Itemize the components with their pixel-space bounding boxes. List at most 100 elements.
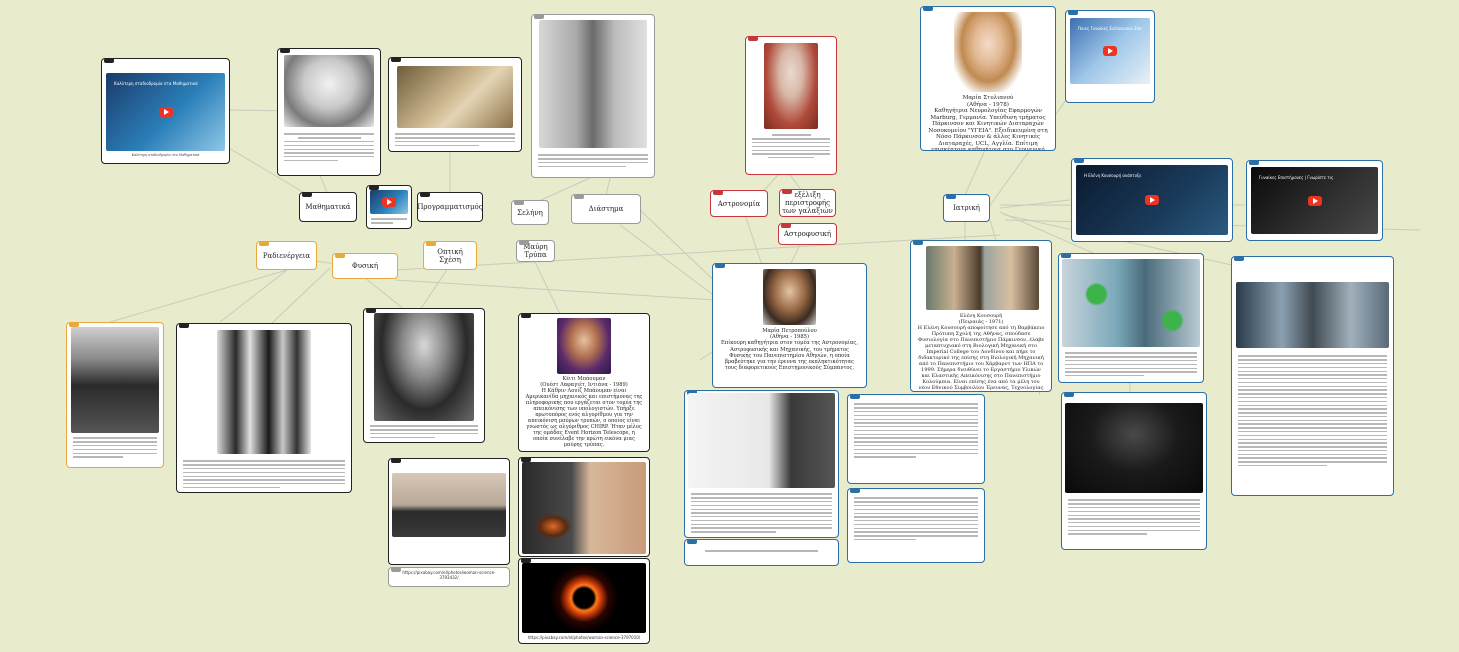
- play-icon[interactable]: [1307, 195, 1322, 206]
- stylianou-text: Μαρία Στυλιανού (Αθήνα - 1978) Καθηγήτρι…: [927, 95, 1049, 151]
- card-tag: [850, 489, 860, 493]
- caption-card-whiteboard[interactable]: [684, 539, 839, 566]
- image-card-ada[interactable]: [388, 57, 522, 152]
- label-text: Φυσική: [351, 262, 379, 270]
- play-icon[interactable]: [382, 197, 396, 207]
- card-tag: [946, 195, 956, 199]
- card-tag: [302, 193, 312, 197]
- video-card-stylianou[interactable]: Ποιες Γυναίκες Ενέπνευσαν Σπουδαίους: [1065, 10, 1155, 103]
- card-tag: [1234, 257, 1244, 261]
- image-card-whiteboard[interactable]: [684, 390, 839, 538]
- card-tag: [748, 37, 758, 41]
- label-text: Οπτική Σχέση: [437, 247, 463, 264]
- curie-photo: [71, 327, 159, 433]
- card-tag: [782, 190, 792, 194]
- video-card-kousouri[interactable]: Η Ελένη Κουσουρή ανάπτυξε: [1071, 158, 1233, 242]
- profile-card-stylianou[interactable]: Μαρία Στυλιανού (Αθήνα - 1978) Καθηγήτρι…: [920, 6, 1056, 151]
- image-card-group[interactable]: [176, 323, 352, 493]
- card-tag: [514, 201, 524, 205]
- label-fysiki[interactable]: Φυσική: [332, 253, 398, 279]
- play-icon[interactable]: [1145, 195, 1159, 205]
- video-title: Καλύτερη σταδιοδρομία στα Μαθηματικά: [114, 81, 198, 86]
- label-diastima[interactable]: Διάστημα: [571, 194, 641, 224]
- label-text: Ιατρική: [953, 204, 980, 212]
- image-card-rubin[interactable]: [745, 36, 837, 175]
- image-card-hypatia[interactable]: [277, 48, 381, 176]
- meitner-photo: [374, 313, 474, 421]
- label-mavri-trypa[interactable]: Μαύρη Τρύπα: [516, 240, 555, 262]
- image-card-meitner[interactable]: [363, 308, 485, 443]
- image-card-curie[interactable]: [66, 322, 164, 468]
- card-tag: [1249, 161, 1259, 165]
- text-block: [183, 458, 345, 491]
- text-block: [691, 491, 832, 535]
- video-card-small[interactable]: [366, 185, 412, 229]
- profile-card-kousouri[interactable]: Ελένη Κουσουρή (Πειραιάς - 1971) Η Ελένη…: [910, 240, 1052, 392]
- label-text: Σελήνη: [517, 208, 543, 217]
- play-icon[interactable]: [158, 107, 173, 117]
- profile-card-petropoulou[interactable]: Μαρία Πετροπούλου (Αθήνα - 1985) Επίκουρ…: [712, 263, 867, 388]
- source-link[interactable]: https://pixabay.com/el/photos/woman-scie…: [393, 570, 505, 580]
- text-card-article-1[interactable]: [847, 394, 985, 484]
- text-block: [854, 495, 978, 543]
- hypatia-portrait: [284, 55, 374, 127]
- label-seliini[interactable]: Σελήνη: [511, 200, 549, 225]
- card-tag: [923, 7, 933, 11]
- article-card-right[interactable]: [1231, 256, 1394, 496]
- card-tag: [391, 459, 401, 463]
- text-block: [538, 152, 648, 170]
- label-astronomia[interactable]: Αστρονομία: [710, 190, 768, 217]
- label-radienergeia[interactable]: Ραδιενέργεια: [256, 241, 317, 270]
- drives-photo: [392, 473, 506, 537]
- profile-card-bouman[interactable]: Κέιτι Μπάουμαν (Ουέστ Λαφαγιέτ, Ιντιάνα …: [518, 313, 650, 452]
- card-tag: [913, 241, 923, 245]
- card-tag: [420, 193, 430, 197]
- video-title: Γυναίκες Επιστήμονες | Γνωρίστε τις: [1259, 175, 1334, 180]
- person-bio: Καθηγήτρια Νευρολογίας Εφαρμογών Marburg…: [928, 108, 1048, 151]
- card-tag: [534, 15, 544, 19]
- video-thumbnail[interactable]: [370, 190, 408, 214]
- label-text: εξέλιξη περιστροφής των γαλαξιών: [782, 191, 833, 215]
- text-block: [73, 435, 157, 460]
- card-tag: [391, 58, 401, 62]
- card-tag: [713, 191, 723, 195]
- whiteboard-photo: [688, 393, 835, 488]
- label-programmatismos[interactable]: Προγραμματισμός: [417, 192, 483, 222]
- hamilton-photo: [539, 20, 647, 148]
- petropoulou-portrait: [763, 269, 816, 325]
- image-card-lecture[interactable]: [1061, 392, 1207, 550]
- image-card-drives[interactable]: [388, 458, 510, 565]
- video-thumbnail[interactable]: Γυναίκες Επιστήμονες | Γνωρίστε τις: [1251, 167, 1378, 234]
- label-galaxies[interactable]: εξέλιξη περιστροφής των γαλαξιών: [779, 189, 836, 217]
- label-text: Διάστημα: [588, 205, 624, 213]
- label-iatriki[interactable]: Ιατρική: [943, 194, 990, 222]
- label-text: Μαύρη Τρύπα: [523, 243, 548, 259]
- label-opt-sxesi[interactable]: Οπτική Σχέση: [423, 241, 477, 270]
- label-astrofysiki[interactable]: Αστροφυσική: [778, 223, 837, 245]
- video-thumbnail[interactable]: Η Ελένη Κουσουρή ανάπτυξε: [1076, 165, 1228, 235]
- bouman-text: Κέιτι Μπάουμαν (Ουέστ Λαφαγιέτ, Ιντιάνα …: [525, 376, 643, 448]
- play-icon[interactable]: [1103, 46, 1117, 56]
- text-block: [395, 131, 515, 149]
- video-thumbnail[interactable]: Ποιες Γυναίκες Ενέπνευσαν Σπουδαίους: [1070, 18, 1150, 84]
- label-text: Αστροφυσική: [783, 230, 832, 238]
- image-card-hamilton[interactable]: [531, 14, 655, 178]
- image-card-laptop[interactable]: [518, 457, 650, 557]
- label-mathimatika[interactable]: Μαθηματικά: [299, 192, 357, 222]
- kousouri-photos: [926, 246, 1039, 310]
- text-block: [752, 132, 830, 161]
- image-card-black-hole[interactable]: https://pixabay.com/el/photos/woman-scie…: [518, 558, 650, 644]
- video-card-women[interactable]: Γυναίκες Επιστήμονες | Γνωρίστε τις: [1246, 160, 1383, 241]
- stylianou-portrait: [954, 12, 1022, 92]
- url-card-1[interactable]: https://pixabay.com/el/photos/woman-scie…: [388, 567, 510, 587]
- video-thumbnail[interactable]: Καλύτερη σταδιοδρομία στα Μαθηματικά: [106, 73, 225, 151]
- image-card-lab-screens[interactable]: [1058, 253, 1204, 383]
- text-block: [691, 548, 832, 554]
- text-block: [1065, 350, 1197, 379]
- video-card-math[interactable]: Καλύτερη σταδιοδρομία στα Μαθηματικά Καλ…: [101, 58, 230, 164]
- video-title: Η Ελένη Κουσουρή ανάπτυξε: [1084, 173, 1142, 178]
- source-link[interactable]: https://pixabay.com/el/photos/woman-scie…: [523, 635, 645, 640]
- card-tag: [1068, 11, 1078, 15]
- card-tag: [259, 242, 269, 246]
- text-card-article-2[interactable]: [847, 488, 985, 563]
